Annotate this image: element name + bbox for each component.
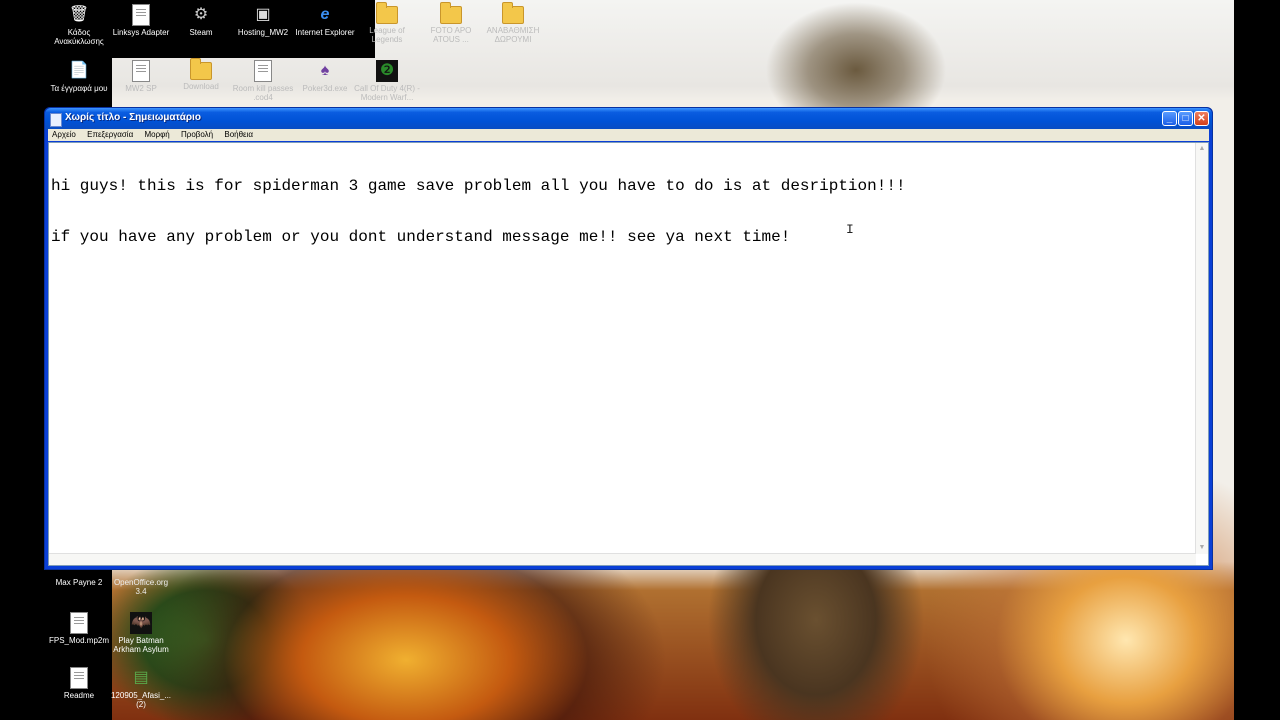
maximize-button[interactable]: □ <box>1178 111 1193 126</box>
desktop-icon-label: Κάδος Ανακύκλωσης <box>54 28 104 46</box>
desktop-icon-label: FPS_Mod.mp2m <box>48 636 110 645</box>
steam-icon: ⚙ <box>193 6 209 23</box>
desktop-icon-recycle-bin[interactable]: 🗑 Κάδος Ανακύκλωσης <box>46 2 112 46</box>
desktop-icon-label: Room kill passes .cod4 <box>232 84 294 102</box>
document-icon <box>70 612 88 634</box>
menu-format[interactable]: Μορφή <box>144 130 169 139</box>
letterbox-right <box>1234 0 1280 720</box>
vertical-scrollbar[interactable]: ▲ ▼ <box>1195 143 1208 554</box>
document-icon <box>254 60 272 82</box>
desktop-icon-afasi-archive[interactable]: ▤ 120905_Afasi_... (2) <box>108 665 174 709</box>
horizontal-scrollbar[interactable] <box>49 553 1196 565</box>
desktop-icon-label: Linksys Adapter <box>112 28 170 37</box>
letterbox-left <box>0 0 46 720</box>
desktop-icon-openoffice[interactable]: OpenOffice.org 3.4 <box>108 578 174 596</box>
desktop-icon-league-of-legends[interactable]: League of Legends <box>354 2 420 44</box>
desktop-icon-label: Call Of Duty 4(R) - Modern Warf... <box>354 84 420 102</box>
document-icon <box>132 60 150 82</box>
editor-line: if you have any problem or you dont unde… <box>51 228 791 246</box>
window-app-icon: ▣ <box>255 6 271 23</box>
scroll-up-icon[interactable]: ▲ <box>1198 145 1206 153</box>
desktop-icon-label: Max Payne 2 <box>55 578 103 587</box>
text-editor-area[interactable]: hi guys! this is for spiderman 3 game sa… <box>48 142 1209 566</box>
folder-icon <box>190 58 212 80</box>
close-button[interactable]: ✕ <box>1194 111 1209 126</box>
desktop-icon-label: Readme <box>63 691 95 700</box>
desktop-icon-label: FOTO APO ATOUS ... <box>430 26 472 44</box>
desktop-icon-call-of-duty[interactable]: ❷ Call Of Duty 4(R) - Modern Warf... <box>354 58 420 102</box>
desktop-icon-label: MW2 SP <box>125 84 157 93</box>
desktop-icon-label: ΑΝΑΒΑΘΜΙΣΗ ΔΩΡΟΥΜΙ <box>486 26 540 44</box>
editor-content[interactable]: hi guys! this is for spiderman 3 game sa… <box>51 144 1192 280</box>
desktop-icon-label: Download <box>183 82 219 91</box>
call-of-duty-icon: ❷ <box>376 60 398 82</box>
editor-line: hi guys! this is for spiderman 3 game sa… <box>51 177 906 195</box>
desktop-icon-download[interactable]: Download <box>168 58 234 91</box>
menu-help[interactable]: Βοήθεια <box>224 130 253 139</box>
desktop-icon-readme[interactable]: Readme <box>46 665 112 700</box>
desktop-icon-label: OpenOffice.org 3.4 <box>113 578 169 596</box>
scroll-down-icon[interactable]: ▼ <box>1198 544 1206 552</box>
menu-view[interactable]: Προβολή <box>181 130 213 139</box>
batman-icon: 🦇 <box>130 612 152 634</box>
desktop-icon-label: Poker3d.exe <box>302 84 348 93</box>
text-cursor-icon: I <box>846 222 854 237</box>
menu-bar: Αρχείο Επεξεργασία Μορφή Προβολή Βοήθεια <box>48 129 1209 141</box>
desktop-icon-room-kill[interactable]: Room kill passes .cod4 <box>230 58 296 102</box>
desktop-icon-max-payne-2[interactable]: Max Payne 2 <box>46 578 112 587</box>
archive-icon: ▤ <box>133 669 149 686</box>
desktop-icon-label: Hosting_MW2 <box>237 28 289 37</box>
internet-explorer-icon: e <box>320 6 330 23</box>
desktop-icon-steam[interactable]: ⚙ Steam <box>168 2 234 37</box>
menu-edit[interactable]: Επεξεργασία <box>87 130 133 139</box>
desktop-icon-label: League of Legends <box>369 26 405 44</box>
menu-file[interactable]: Αρχείο <box>52 130 76 139</box>
desktop-icon-batman[interactable]: 🦇 Play Batman Arkham Asylum <box>108 610 174 654</box>
my-documents-icon: 📄 <box>69 62 89 79</box>
window-title: Χωρίς τίτλο - Σημειωματάριο <box>65 112 201 123</box>
desktop-icon-label: Play Batman Arkham Asylum <box>113 636 169 654</box>
desktop-icon-anavathmisi[interactable]: ΑΝΑΒΑΘΜΙΣΗ ΔΩΡΟΥΜΙ <box>480 2 546 44</box>
desktop-icon-my-documents[interactable]: 📄 Τα έγγραφά μου <box>46 58 112 93</box>
desktop-icon-mw2-sp[interactable]: MW2 SP <box>108 58 174 93</box>
desktop-icon-label: Steam <box>189 28 213 37</box>
desktop-icon-internet-explorer[interactable]: e Internet Explorer <box>292 2 358 37</box>
poker-icon: ♠ <box>320 62 330 79</box>
folder-icon <box>502 2 524 24</box>
desktop-icon-label: 120905_Afasi_... (2) <box>110 691 172 709</box>
desktop-icon-label: Internet Explorer <box>295 28 355 37</box>
minimize-button[interactable]: _ <box>1162 111 1177 126</box>
title-bar[interactable]: Χωρίς τίτλο - Σημειωματάριο _ □ ✕ <box>45 108 1212 130</box>
desktop-icon-hosting-mw2[interactable]: ▣ Hosting_MW2 <box>230 2 296 37</box>
folder-icon <box>376 2 398 24</box>
notepad-icon <box>50 113 62 127</box>
notepad-window: Χωρίς τίτλο - Σημειωματάριο _ □ ✕ Αρχείο… <box>44 107 1213 570</box>
desktop-icon-linksys-adapter[interactable]: Linksys Adapter <box>108 2 174 37</box>
desktop-icon-poker3d[interactable]: ♠ Poker3d.exe <box>292 58 358 93</box>
desktop-icon-label: Τα έγγραφά μου <box>50 84 108 93</box>
recycle-bin-icon: 🗑 <box>68 6 90 23</box>
desktop-icon-foto[interactable]: FOTO APO ATOUS ... <box>418 2 484 44</box>
folder-icon <box>440 2 462 24</box>
document-icon <box>132 4 150 26</box>
document-icon <box>70 667 88 689</box>
desktop-icon-fps-mod[interactable]: FPS_Mod.mp2m <box>46 610 112 645</box>
